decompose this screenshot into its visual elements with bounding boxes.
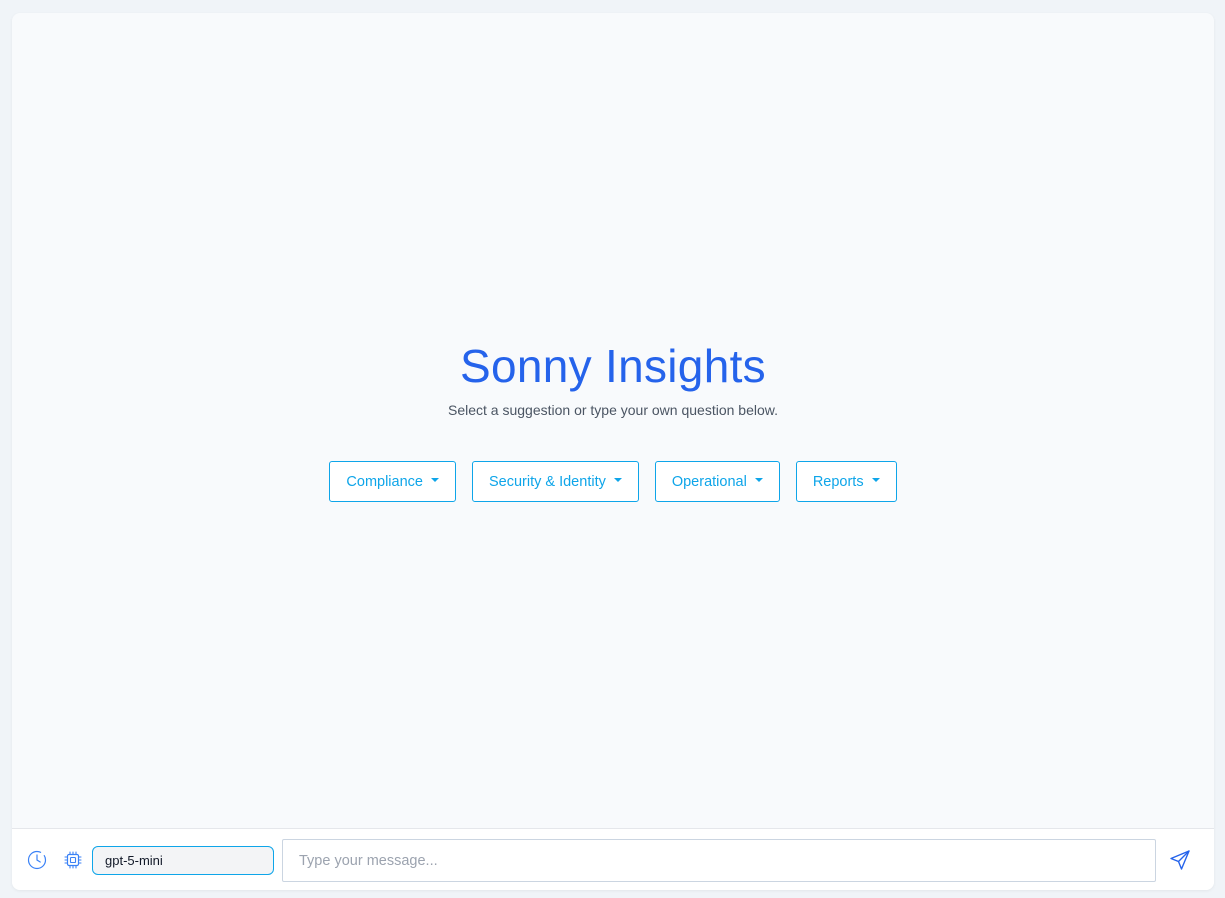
history-button[interactable]	[26, 849, 48, 871]
message-input[interactable]	[282, 839, 1156, 882]
caret-down-icon	[754, 478, 763, 482]
dropdown-label: Security & Identity	[488, 473, 606, 490]
dropdown-label: Reports	[812, 473, 864, 490]
dropdown-label: Operational	[671, 473, 747, 490]
page-title: Sonny Insights	[460, 340, 766, 392]
reports-dropdown-button[interactable]: Reports	[795, 461, 897, 502]
app-frame: Sonny Insights Select a suggestion or ty…	[12, 13, 1214, 890]
chat-input-bar	[12, 828, 1214, 890]
security-identity-dropdown-button[interactable]: Security & Identity	[471, 461, 639, 502]
suggestion-dropdowns: Compliance Security & Identity Operation…	[12, 461, 1214, 502]
model-select-button[interactable]	[63, 849, 83, 871]
dropdown-label: Compliance	[346, 473, 423, 490]
operational-dropdown-button[interactable]: Operational	[654, 461, 780, 502]
send-button[interactable]	[1168, 848, 1192, 872]
clock-icon	[27, 850, 47, 870]
page-subtitle: Select a suggestion or type your own que…	[448, 402, 778, 418]
compliance-dropdown-button[interactable]: Compliance	[329, 461, 456, 502]
chip-icon	[64, 851, 82, 869]
caret-down-icon	[613, 478, 622, 482]
caret-down-icon	[871, 478, 880, 482]
send-icon	[1170, 850, 1190, 870]
caret-down-icon	[430, 478, 439, 482]
welcome-panel: Sonny Insights Select a suggestion or ty…	[12, 13, 1214, 828]
model-input[interactable]	[92, 846, 274, 875]
